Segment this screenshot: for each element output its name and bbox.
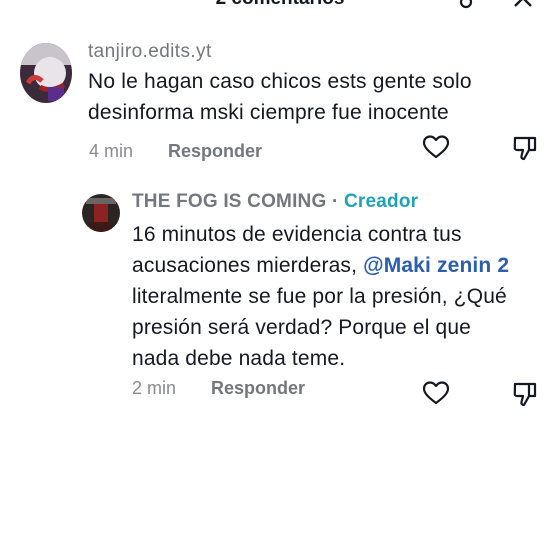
comment-time: 2 min [132, 378, 177, 398]
close-icon[interactable] [512, 0, 534, 12]
reply-button[interactable]: Responder [211, 378, 305, 398]
comment-time: 4 min [89, 141, 134, 161]
user-mention-link[interactable]: @Maki zenin 2 [363, 254, 509, 277]
comment-meta: 4 min Responder [89, 141, 262, 162]
comment-text: No le hagan caso chicos ests gente solo … [88, 70, 472, 124]
comment-text-part: literalmente se fue por la presión, ¿Qué… [132, 285, 507, 370]
separator-text: · [331, 191, 339, 212]
reply-button[interactable]: Responder [168, 141, 262, 161]
heart-outline-icon[interactable] [422, 380, 450, 406]
creator-badge: Creador [343, 191, 419, 212]
comments-header: 2 comentarios [0, 0, 560, 14]
thumbs-down-icon[interactable] [512, 381, 540, 407]
filter-icon[interactable] [452, 0, 478, 12]
comment-username[interactable]: tanjiro.edits.yt [88, 41, 212, 63]
thumbs-down-icon[interactable] [512, 135, 540, 161]
avatar[interactable] [20, 43, 72, 103]
comment-text: 16 minutos de evidencia contra tus acusa… [132, 219, 512, 374]
creator-username[interactable]: THE FOG IS COMING [132, 191, 326, 212]
separator-dot: · [326, 191, 344, 212]
avatar[interactable] [82, 194, 120, 232]
comment-meta: 2 min Responder [132, 378, 305, 399]
comment-username[interactable]: THE FOG IS COMING · Creador [132, 191, 418, 213]
heart-outline-icon[interactable] [422, 134, 450, 160]
